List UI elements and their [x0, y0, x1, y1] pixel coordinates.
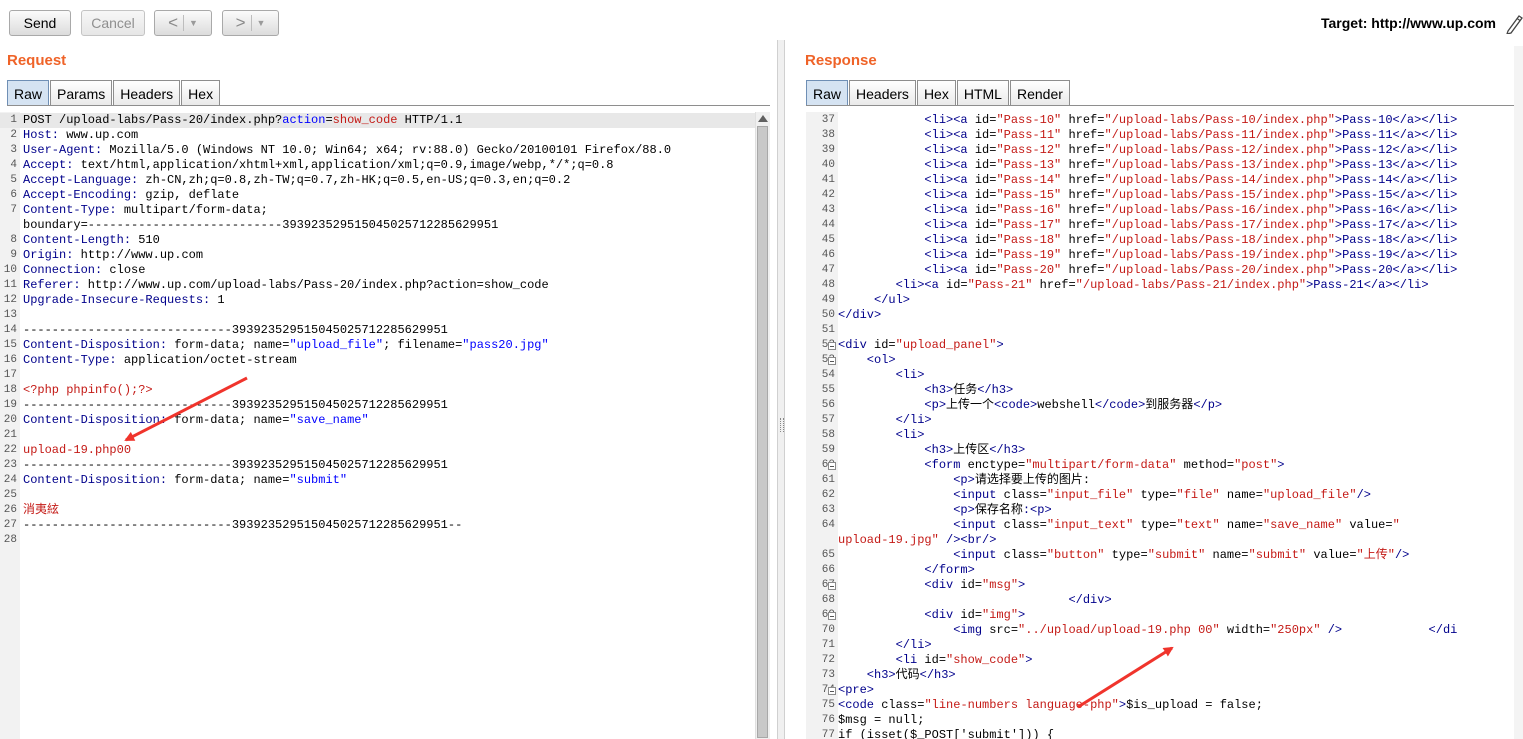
red-arrow-request — [124, 376, 248, 442]
annotation-overlay — [124, 376, 1174, 709]
red-arrow-response — [1077, 646, 1174, 709]
